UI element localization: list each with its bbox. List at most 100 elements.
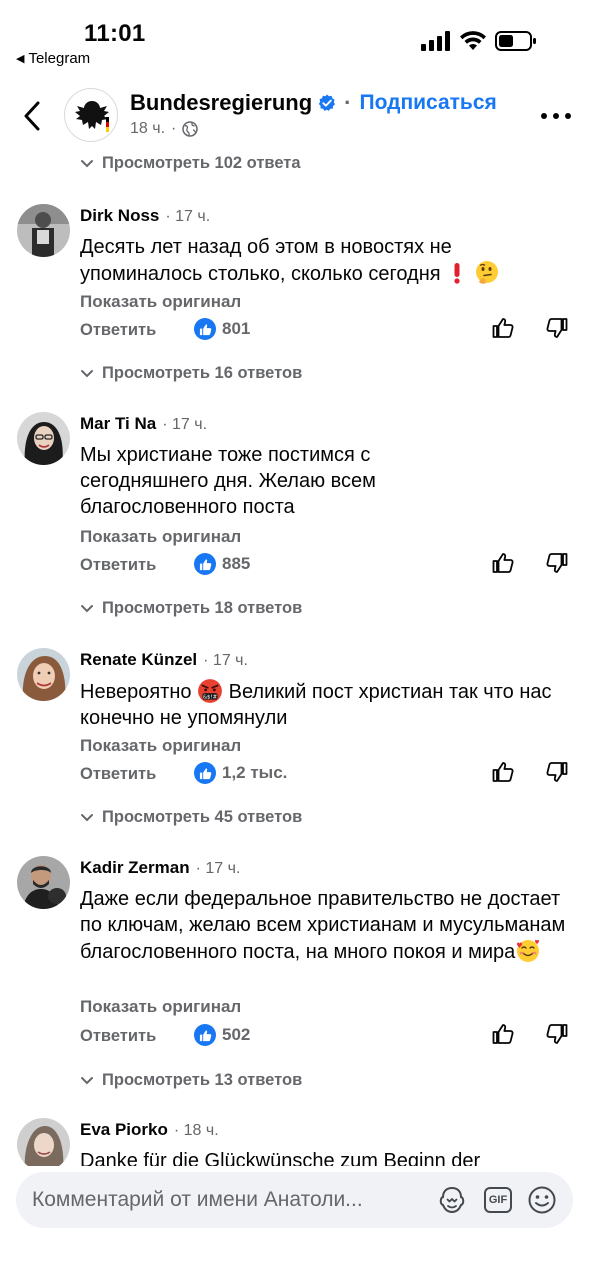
back-triangle-icon: ◀	[16, 53, 25, 65]
view-replies-link[interactable]: Просмотреть 16 ответов	[80, 364, 302, 383]
like-summary[interactable]: 1,2 тыс.	[194, 762, 287, 784]
avatar-photo	[17, 204, 70, 257]
status-time: 11:01	[84, 20, 146, 47]
wifi-icon	[460, 31, 486, 50]
thumbs-up-icon[interactable]	[491, 1022, 515, 1046]
thumbs-down-icon[interactable]	[545, 551, 569, 575]
avatar[interactable]	[17, 204, 70, 257]
post-header: Bundesregierung · Подписаться 18 ч. ·	[0, 78, 589, 158]
back-app-label: Telegram	[28, 50, 91, 67]
comment-time: · 17 ч.	[195, 860, 241, 877]
swearing-face-emoji: &$!#	[198, 679, 222, 703]
subscribe-button[interactable]: Подписаться	[359, 91, 496, 115]
comment-actions: Ответить 801	[80, 318, 575, 344]
chevron-down-icon	[81, 813, 93, 821]
post-time: 18 ч.	[130, 120, 166, 137]
thumbs-down-icon[interactable]	[545, 1022, 569, 1046]
like-summary[interactable]: 885	[194, 553, 250, 575]
comment-text: Даже если федеральное правительство не д…	[80, 886, 570, 965]
thumbs-down-icon[interactable]	[545, 316, 569, 340]
view-replies-label: Просмотреть 45 ответов	[102, 808, 303, 826]
page-avatar[interactable]	[64, 88, 118, 142]
show-original-link[interactable]: Показать оригинал	[80, 997, 241, 1017]
avatar-photo	[17, 1118, 70, 1166]
like-count: 502	[222, 1025, 251, 1044]
comment-time: · 18 ч.	[173, 1122, 219, 1139]
battery-icon	[495, 31, 536, 51]
comment-item: Renate Künzel · 17 ч. Невероятно &$!# Ве…	[0, 648, 589, 798]
comment-text: Мы христиане тоже постимся с сегодняшнег…	[80, 444, 376, 518]
post-meta: 18 ч. ·	[130, 120, 199, 138]
back-to-app-link[interactable]: ◀ Telegram	[16, 50, 90, 67]
chevron-down-icon	[81, 159, 93, 167]
exclamation-emoji	[454, 263, 460, 284]
view-replies-link[interactable]: Просмотреть 13 ответов	[80, 1071, 302, 1090]
view-replies-link[interactable]: Просмотреть 18 ответов	[80, 599, 302, 618]
reply-button[interactable]: Ответить	[80, 321, 156, 340]
status-bar: 11:01 ◀ Telegram	[0, 0, 589, 72]
like-count: 885	[222, 554, 251, 573]
comment-header: Kadir Zerman · 17 ч.	[80, 858, 240, 878]
reply-button[interactable]: Ответить	[80, 1027, 156, 1046]
like-reaction-icon	[194, 1024, 216, 1046]
show-original-link[interactable]: Показать оригинал	[80, 292, 241, 312]
smiley-icon	[528, 1186, 556, 1214]
thumbs-down-icon[interactable]	[545, 760, 569, 784]
home-indicator-area	[0, 1262, 589, 1280]
avatar[interactable]	[17, 648, 70, 701]
like-count: 801	[222, 319, 251, 338]
comment-text: Десять лет назад об этом в новостях не у…	[80, 234, 575, 287]
title-separator: ·	[344, 90, 352, 115]
avatar-sticker-button[interactable]	[436, 1184, 468, 1216]
thumbs-up-icon[interactable]	[491, 551, 515, 575]
thumbs-up-icon[interactable]	[491, 316, 515, 340]
comment-body: Десять лет назад об этом в новостях не у…	[80, 236, 452, 285]
comment-item: Eva Piorko · 18 ч. Danke für die Glückwü…	[0, 1118, 589, 1166]
comment-author[interactable]: Dirk Noss	[80, 206, 159, 226]
chevron-down-icon	[81, 1076, 93, 1084]
chevron-down-icon	[81, 604, 93, 612]
comment-actions: Ответить 1,2 тыс.	[80, 762, 575, 788]
more-dot-icon	[565, 113, 571, 119]
like-reaction-icon	[194, 318, 216, 340]
gif-button[interactable]: GIF	[482, 1184, 514, 1216]
chevron-down-icon	[81, 369, 93, 377]
comment-item: Mar Ti Na · 17 ч. Мы христиане тоже пост…	[0, 412, 589, 592]
status-icons	[421, 30, 537, 52]
avatar[interactable]	[17, 412, 70, 465]
comment-author[interactable]: Renate Künzel	[80, 650, 197, 670]
comment-time: · 17 ч.	[162, 416, 208, 433]
back-button[interactable]	[16, 96, 48, 136]
more-options-button[interactable]	[541, 106, 571, 126]
avatar[interactable]	[17, 856, 70, 909]
comment-author[interactable]: Eva Piorko	[80, 1120, 168, 1140]
federal-eagle-logo	[75, 101, 109, 132]
emoji-button[interactable]	[526, 1184, 558, 1216]
comment-author[interactable]: Mar Ti Na	[80, 414, 156, 434]
comment-header: Mar Ti Na · 17 ч.	[80, 414, 207, 434]
show-original-link[interactable]: Показать оригинал	[80, 736, 241, 756]
show-original-link[interactable]: Показать оригинал	[80, 527, 241, 547]
comment-input[interactable]	[32, 1186, 424, 1214]
svg-text:&$!#: &$!#	[203, 694, 218, 700]
reply-button[interactable]: Ответить	[80, 556, 156, 575]
like-summary[interactable]: 801	[194, 318, 250, 340]
thumbs-up-icon[interactable]	[491, 760, 515, 784]
view-replies-link[interactable]: Просмотреть 45 ответов	[80, 808, 302, 827]
comment-author[interactable]: Kadir Zerman	[80, 858, 190, 878]
like-reaction-icon	[194, 553, 216, 575]
view-replies-link[interactable]: Просмотреть 102 ответа	[80, 154, 301, 173]
reply-button[interactable]: Ответить	[80, 765, 156, 784]
like-summary[interactable]: 502	[194, 1024, 250, 1046]
more-dot-icon	[553, 113, 559, 119]
globe-icon	[182, 121, 199, 137]
comment-actions: Ответить 502	[80, 1024, 575, 1050]
comment-body-start: Невероятно	[80, 681, 192, 703]
page-name[interactable]: Bundesregierung	[130, 90, 312, 116]
avatar-photo	[17, 648, 70, 701]
comment-header: Renate Künzel · 17 ч.	[80, 650, 248, 670]
comment-header: Eva Piorko · 18 ч.	[80, 1120, 219, 1140]
avatar-photo	[17, 856, 70, 909]
gif-icon: GIF	[484, 1187, 512, 1213]
avatar[interactable]	[17, 1118, 70, 1166]
